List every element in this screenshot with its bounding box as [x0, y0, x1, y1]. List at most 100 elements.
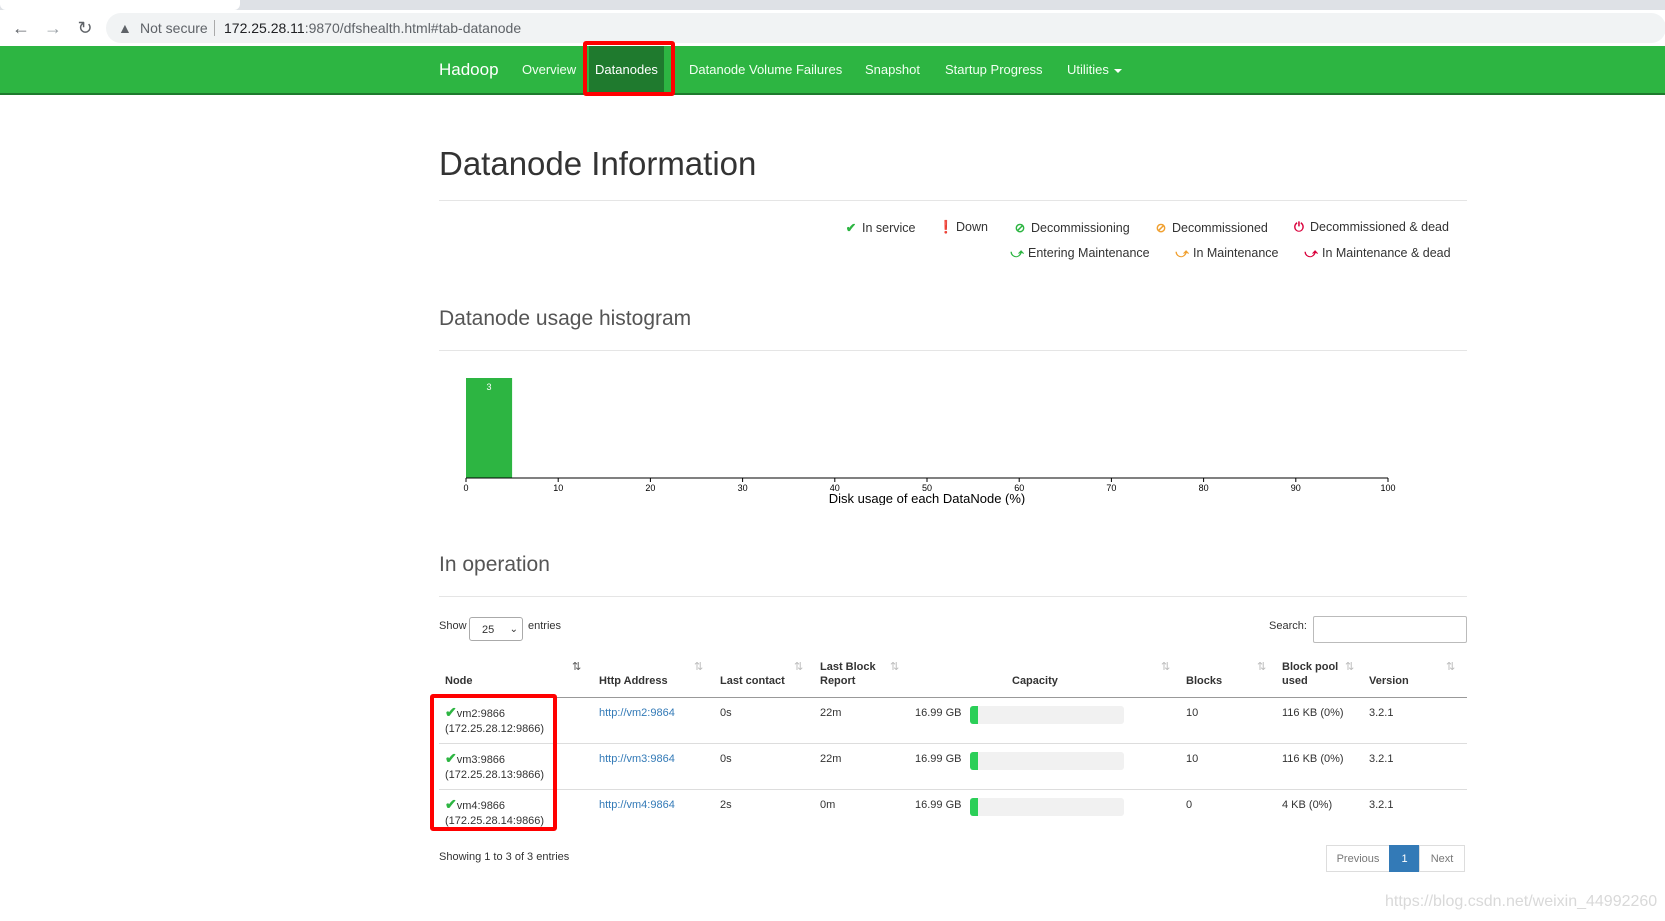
highlight-box — [430, 694, 557, 831]
nav-volume-failures[interactable]: Datanode Volume Failures — [689, 46, 842, 93]
legend-label: Decommissioned — [1172, 221, 1268, 235]
last-contact: 0s — [720, 753, 732, 765]
url-text[interactable]: 172.25.28.11:9870/dfshealth.html#tab-dat… — [224, 20, 521, 36]
forward-icon[interactable]: → — [41, 16, 65, 40]
legend-label: Down — [956, 220, 988, 234]
header-divider — [439, 697, 1467, 698]
x-tick-label: 20 — [645, 483, 655, 493]
col-version[interactable]: Version — [1369, 674, 1409, 688]
sort-icon[interactable]: ⇅ — [1257, 660, 1266, 673]
show-label: Show — [439, 620, 467, 632]
ban-circle-icon: ⊘ — [1155, 221, 1167, 235]
nav-utilities[interactable]: Utilities — [1067, 46, 1122, 93]
ban-circle-icon: ⊘ — [1014, 221, 1026, 235]
reload-icon[interactable]: ↻ — [73, 16, 97, 40]
sort-icon[interactable]: ⇅ — [794, 660, 803, 673]
legend-in-maintenance-dead: ⤻ In Maintenance & dead — [1304, 246, 1451, 261]
histogram-heading: Datanode usage histogram — [439, 307, 692, 330]
capacity-value: 16.99 GB — [915, 753, 962, 765]
col-blocks[interactable]: Blocks — [1186, 674, 1222, 688]
nav-startup-progress[interactable]: Startup Progress — [945, 46, 1043, 93]
sort-icon[interactable]: ⇅ — [572, 660, 581, 673]
wrench-icon: ⤻ — [1010, 246, 1024, 260]
omnibox-separator — [214, 20, 215, 36]
legend-label: In Maintenance — [1193, 246, 1279, 260]
highlight-box — [583, 41, 675, 96]
histogram-bar — [466, 378, 513, 478]
operation-heading: In operation — [439, 553, 550, 576]
legend-down: ❗ Down — [938, 220, 988, 235]
legend-label: Decommissioned & dead — [1310, 220, 1449, 234]
col-node[interactable]: Node — [445, 674, 473, 688]
browser-tab[interactable] — [0, 0, 240, 10]
x-tick-label: 0 — [463, 483, 468, 493]
capacity-progress-bar — [970, 706, 1124, 724]
security-label: Not secure — [140, 20, 208, 36]
last-block-report: 22m — [820, 707, 842, 719]
legend-decommissioned: ⊘ Decommissioned — [1154, 220, 1268, 235]
legend-label: In Maintenance & dead — [1322, 246, 1451, 260]
exclamation-circle-icon: ❗ — [938, 220, 954, 234]
nav-snapshot[interactable]: Snapshot — [865, 46, 920, 93]
col-block-pool-used[interactable]: Block pool used — [1282, 660, 1352, 688]
sort-icon[interactable]: ⇅ — [1345, 660, 1354, 673]
version: 3.2.1 — [1369, 753, 1394, 765]
page-size-value: 25 — [482, 624, 495, 636]
col-capacity[interactable]: Capacity — [1012, 674, 1058, 688]
page-title: Datanode Information — [439, 145, 757, 182]
entries-label: entries — [528, 620, 562, 632]
last-contact: 2s — [720, 799, 732, 811]
power-icon: ⏻ — [1294, 220, 1304, 234]
row-divider — [439, 743, 1467, 744]
legend-in-service: ✔ In service — [844, 220, 916, 235]
legend-in-maintenance: ⤻ In Maintenance — [1175, 246, 1278, 261]
nav-overview[interactable]: Overview — [522, 46, 576, 93]
pager-page-1[interactable]: 1 — [1389, 845, 1420, 872]
url-path: :9870/dfshealth.html#tab-datanode — [304, 20, 522, 36]
sort-icon[interactable]: ⇅ — [1446, 660, 1455, 673]
legend-entering-maintenance: ⤻ Entering Maintenance — [1010, 246, 1149, 261]
url-host: 172.25.28.11 — [224, 20, 305, 36]
x-tick-label: 30 — [738, 483, 748, 493]
pager-next[interactable]: Next — [1419, 845, 1465, 872]
blocks-count: 0 — [1186, 799, 1193, 811]
capacity-progress-bar — [970, 752, 1124, 770]
caret-down-icon — [1113, 68, 1122, 73]
back-icon[interactable]: ← — [9, 16, 33, 40]
version: 3.2.1 — [1369, 799, 1394, 811]
page-size-select[interactable]: 25 ⌄ — [469, 617, 523, 641]
url-omnibox[interactable]: ▲ Not secure 172.25.28.11:9870/dfshealth… — [106, 13, 1665, 43]
row-divider — [439, 789, 1467, 790]
watermark: https://blog.csdn.net/weixin_44992260 — [1385, 893, 1658, 910]
x-tick-label: 10 — [553, 483, 563, 493]
version: 3.2.1 — [1369, 707, 1394, 719]
x-tick-label: 70 — [1106, 483, 1116, 493]
legend-decommissioning: ⊘ Decommissioning — [1013, 220, 1130, 235]
http-address-link[interactable]: http://vm3:9864 — [599, 752, 675, 767]
divider — [439, 596, 1467, 597]
sort-icon[interactable]: ⇅ — [1161, 660, 1170, 673]
check-icon: ✔ — [845, 221, 857, 235]
last-contact: 0s — [720, 707, 732, 719]
x-axis-label: Disk usage of each DataNode (%) — [829, 491, 1026, 505]
capacity-value: 16.99 GB — [915, 799, 962, 811]
legend-decommissioned-dead: ⏻ Decommissioned & dead — [1292, 220, 1449, 235]
bar-count-label: 3 — [487, 382, 492, 392]
col-last-contact[interactable]: Last contact — [720, 674, 785, 688]
brand-logo[interactable]: Hadoop — [439, 60, 499, 80]
search-input[interactable] — [1313, 616, 1467, 643]
capacity-fill — [970, 752, 978, 770]
last-block-report: 0m — [820, 799, 836, 811]
blocks-count: 10 — [1186, 753, 1199, 765]
hadoop-navbar: Hadoop Overview Datanodes Datanode Volum… — [0, 46, 1665, 95]
legend-label: Decommissioning — [1031, 221, 1130, 235]
col-http-address[interactable]: Http Address — [599, 674, 668, 688]
pager-previous[interactable]: Previous — [1326, 845, 1390, 872]
sort-icon[interactable]: ⇅ — [890, 660, 899, 673]
http-address-link[interactable]: http://vm2:9864 — [599, 706, 675, 721]
blocks-count: 10 — [1186, 707, 1199, 719]
col-last-block-report[interactable]: Last Block Report — [820, 660, 882, 688]
sort-icon[interactable]: ⇅ — [694, 660, 703, 673]
x-tick-label: 80 — [1199, 483, 1209, 493]
http-address-link[interactable]: http://vm4:9864 — [599, 798, 675, 813]
